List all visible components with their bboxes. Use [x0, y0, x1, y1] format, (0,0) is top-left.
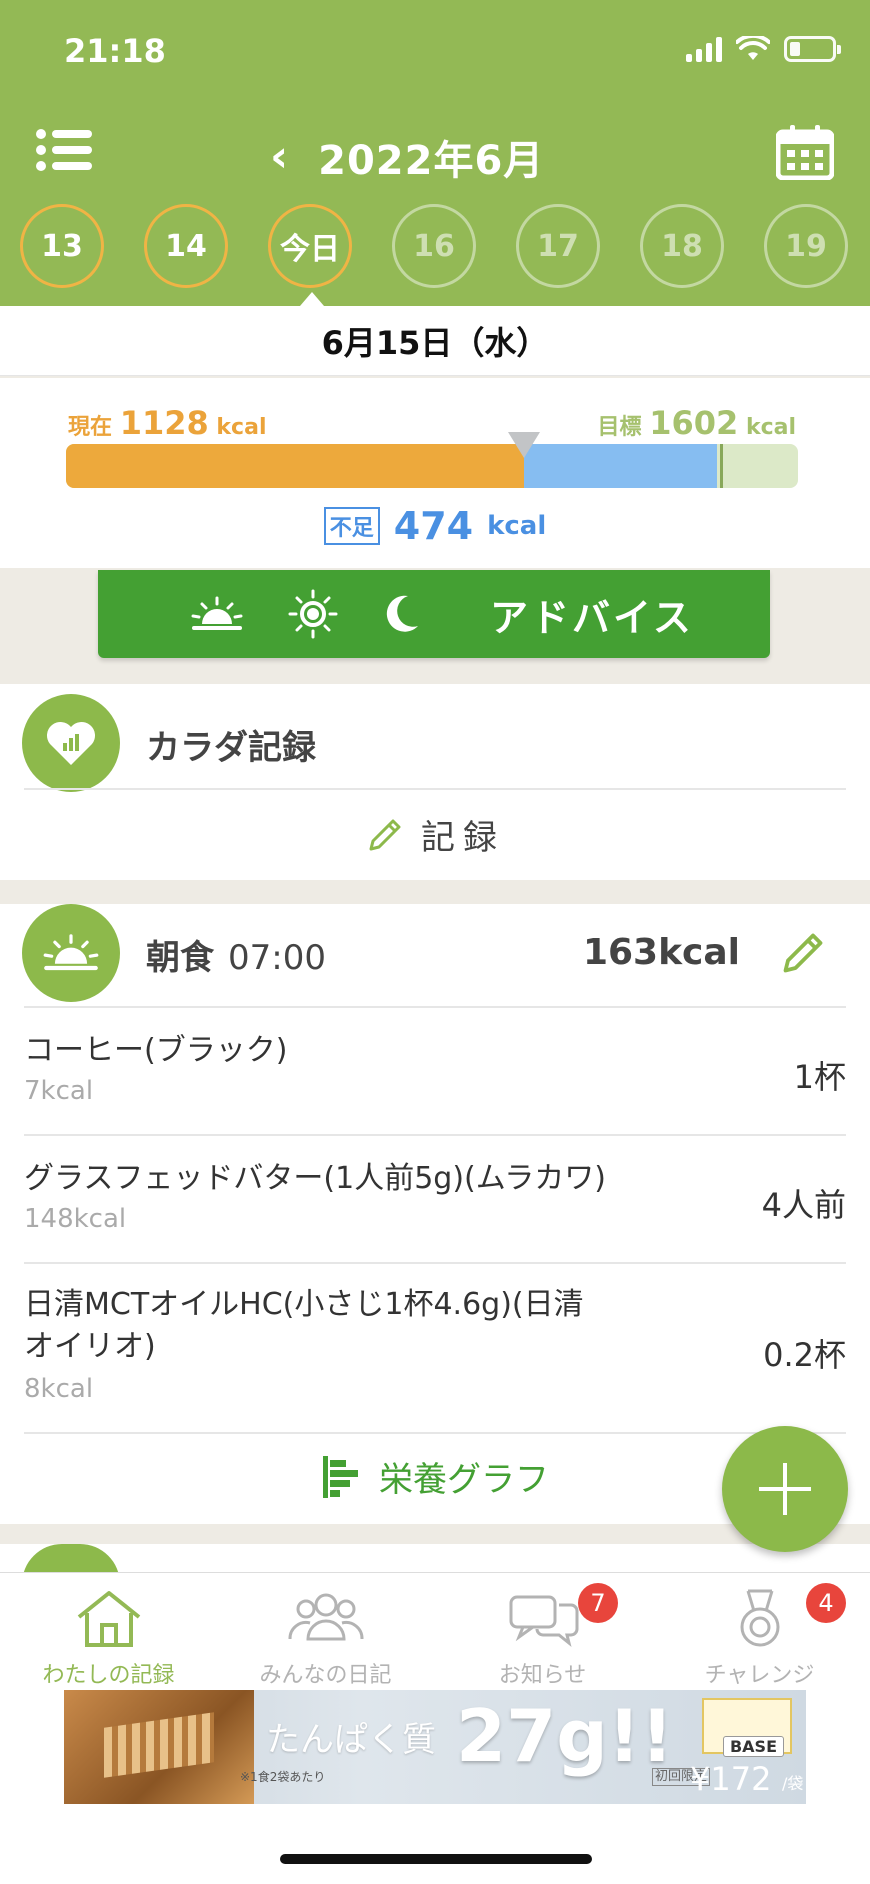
- breakfast-sunrise-icon: [22, 904, 120, 1002]
- calendar-icon[interactable]: [776, 124, 834, 180]
- tab-label: お知らせ: [498, 1663, 587, 1688]
- people-icon: [287, 1593, 364, 1641]
- divider: [24, 1134, 846, 1136]
- add-record-button[interactable]: [722, 1426, 848, 1552]
- status-time: 21:18: [64, 32, 166, 70]
- body-record-card: カラダ記録 記録: [0, 684, 870, 880]
- advertisement-banner[interactable]: たんぱく質 27g!! ※1食2袋あたり BASE 初回限定 ¥172 /袋: [64, 1690, 806, 1804]
- calorie-summary: 現在 1128 kcal 目標 1602 kcal 不足 474 kcal: [0, 378, 870, 568]
- breakfast-header: 朝食 07:00: [146, 930, 326, 979]
- advice-label: アドバイス: [490, 595, 694, 640]
- pencil-icon: [369, 819, 401, 850]
- day-13[interactable]: 13: [20, 204, 104, 288]
- divider: [24, 1262, 846, 1264]
- day-selector: 13 14 今日 16 17 18 19: [0, 204, 870, 288]
- breakfast-time: 07:00: [228, 938, 326, 978]
- day-18[interactable]: 18: [640, 204, 724, 288]
- current-kcal: 現在 1128 kcal: [68, 404, 266, 442]
- tab-label: みんなの日記: [259, 1663, 392, 1688]
- divider: [24, 788, 846, 790]
- food-name: コーヒー(ブラック): [24, 1033, 288, 1068]
- sunrise-icon: [191, 596, 243, 630]
- ad-big-text: 27g!!: [456, 1694, 674, 1778]
- food-kcal: 8kcal: [24, 1374, 94, 1404]
- body-record-heart-icon: [22, 694, 120, 792]
- food-quantity: 0.2杯: [763, 1336, 846, 1374]
- selected-date-bar: 6月15日（水）: [0, 306, 870, 376]
- tab-label: チャレンジ: [704, 1663, 815, 1688]
- kcal-shortage-segment: [524, 444, 717, 488]
- body-record-title: カラダ記録: [146, 728, 316, 768]
- shortage-badge: 不足: [323, 507, 380, 545]
- app-header: 21:18 ‹ 2022年6月 13 14 今日 16 17 18 19: [0, 0, 870, 306]
- house-icon: [77, 1591, 140, 1647]
- record-label: 記録: [421, 818, 505, 858]
- breakfast-card: 朝食 07:00 163kcal コーヒー(ブラック) 7kcal 1杯 グラスフ…: [0, 904, 870, 1524]
- target-kcal-value: 1602: [649, 404, 739, 442]
- target-kcal-unit: kcal: [745, 415, 796, 440]
- ad-headline: たんぱく質: [266, 1720, 436, 1760]
- body-record-button[interactable]: 記録: [0, 810, 870, 859]
- kcal-progress-bar: [66, 444, 798, 488]
- notification-badge: 7: [578, 1583, 618, 1623]
- medal-icon: [740, 1589, 779, 1647]
- kcal-current-segment: [66, 444, 524, 488]
- selected-date: 6月15日（水）: [321, 323, 549, 362]
- food-quantity: 4人前: [761, 1186, 846, 1224]
- plus-icon: [759, 1463, 811, 1515]
- food-name: 日清MCTオイルHC(小さじ1杯4.6g)(日清オイリオ): [24, 1287, 584, 1364]
- shortage-unit: kcal: [487, 511, 547, 541]
- month-navigation: ‹ 2022年6月: [270, 128, 544, 186]
- tab-label: わたしの記録: [42, 1663, 175, 1688]
- ad-note: ※1食2袋あたり: [240, 1770, 326, 1784]
- breakfast-kcal: 163kcal: [582, 932, 740, 973]
- divider: [24, 1006, 846, 1008]
- day-17[interactable]: 17: [516, 204, 600, 288]
- tab-my-record[interactable]: わたしの記録: [0, 1587, 217, 1689]
- status-icons: [686, 36, 841, 62]
- tab-notifications[interactable]: お知らせ: [434, 1587, 651, 1689]
- challenge-badge: 4: [806, 1583, 846, 1623]
- menu-list-icon[interactable]: [36, 128, 92, 172]
- food-quantity: 1杯: [793, 1058, 846, 1096]
- advice-button[interactable]: アドバイス: [98, 570, 770, 658]
- current-kcal-unit: kcal: [216, 415, 267, 440]
- ad-price: ¥172: [690, 1760, 772, 1798]
- bar-chart-icon: [323, 1455, 358, 1498]
- home-indicator: [280, 1854, 592, 1864]
- target-kcal: 目標 1602 kcal: [598, 404, 796, 442]
- current-kcal-value: 1128: [119, 404, 209, 442]
- battery-icon: [784, 36, 841, 62]
- selected-day-pointer: [300, 292, 324, 306]
- food-kcal: 148kcal: [24, 1204, 127, 1234]
- kcal-target-tick: [720, 444, 723, 488]
- food-name: グラスフェッドバター(1人前5g)(ムラカワ): [24, 1161, 606, 1196]
- wifi-icon: [736, 36, 770, 60]
- food-kcal: 7kcal: [24, 1076, 94, 1106]
- moon-icon: [386, 595, 418, 632]
- nutrition-graph-label: 栄養グラフ: [379, 1460, 549, 1500]
- breakfast-title: 朝食: [146, 938, 214, 978]
- edit-pencil-icon[interactable]: [778, 928, 828, 978]
- day-today[interactable]: 今日: [268, 204, 352, 288]
- day-14[interactable]: 14: [144, 204, 228, 288]
- cellular-signal-icon: [686, 36, 722, 62]
- prev-month-chevron-icon[interactable]: ‹: [270, 135, 288, 179]
- kcal-shortage: 不足 474 kcal: [0, 504, 870, 548]
- ad-per-unit: /袋: [782, 1774, 804, 1793]
- current-kcal-label: 現在: [68, 415, 113, 440]
- day-19[interactable]: 19: [764, 204, 848, 288]
- kcal-current-marker-icon: [508, 432, 540, 458]
- ad-food-image: [64, 1690, 254, 1804]
- shortage-value: 474: [393, 504, 474, 548]
- ad-brand: BASE: [722, 1736, 784, 1757]
- month-title: 2022年6月: [318, 138, 545, 184]
- day-16[interactable]: 16: [392, 204, 476, 288]
- tab-everyone-diary[interactable]: みんなの日記: [217, 1587, 434, 1689]
- divider: [24, 1432, 846, 1434]
- chat-icon: [509, 1595, 578, 1647]
- target-kcal-label: 目標: [597, 415, 642, 440]
- sun-icon: [288, 589, 338, 639]
